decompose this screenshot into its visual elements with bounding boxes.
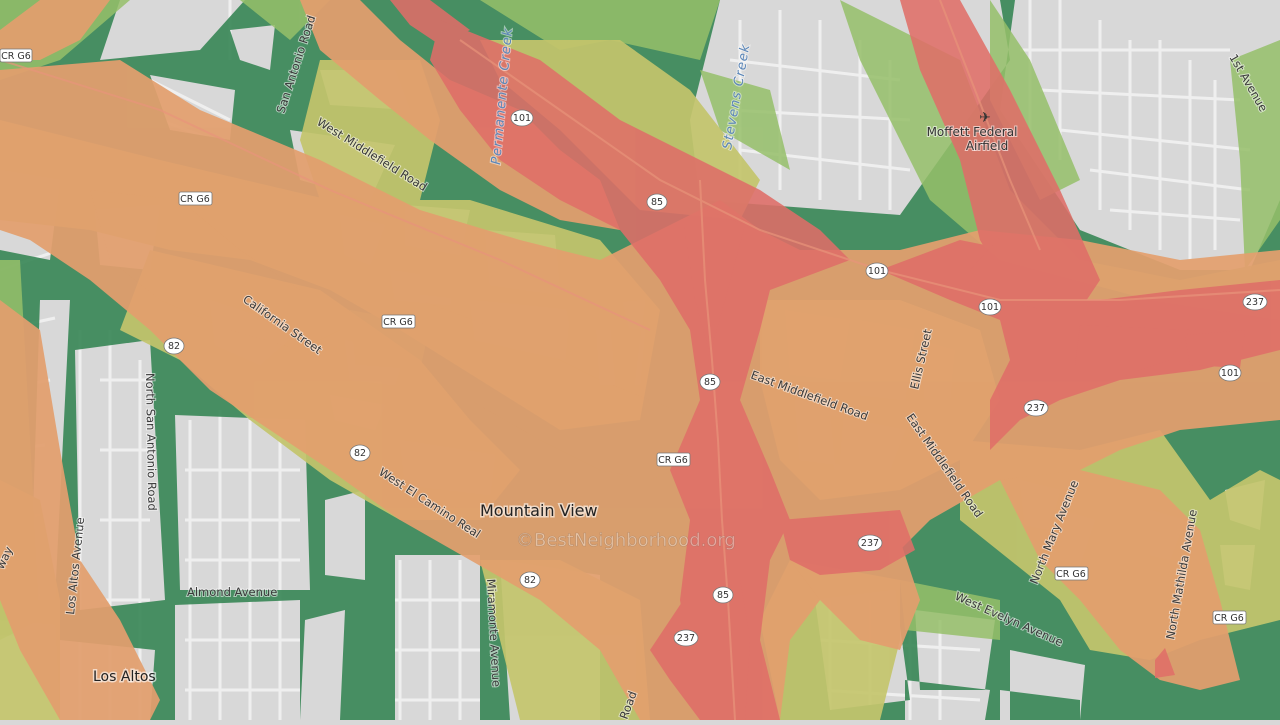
shield-85: 85 xyxy=(712,586,734,604)
svg-text:237: 237 xyxy=(861,538,879,549)
shield-101: 101 xyxy=(865,262,889,280)
svg-text:CR G6: CR G6 xyxy=(658,455,688,466)
shield-237: 237 xyxy=(673,629,699,647)
shield-101: 101 xyxy=(510,109,534,127)
svg-text:101: 101 xyxy=(981,302,999,313)
los-altos-label: Los Altos xyxy=(93,669,156,685)
svg-text:CR G6: CR G6 xyxy=(1214,613,1244,624)
svg-text:82: 82 xyxy=(524,575,536,586)
svg-text:237: 237 xyxy=(1027,403,1045,414)
map-view[interactable]: ©BestNeighborhood.org Permanente Creek S… xyxy=(0,0,1280,722)
almond-avenue-label: Almond Avenue xyxy=(187,585,277,599)
shield-cr-g6: CR G6 xyxy=(381,314,416,329)
shield-101: 101 xyxy=(978,298,1002,316)
shield-82: 82 xyxy=(163,337,185,355)
moffett-label-line2: Airfield xyxy=(966,139,1008,153)
moffett-label-line1: Moffett Federal xyxy=(927,125,1018,139)
shield-85: 85 xyxy=(699,373,721,391)
mountain-view-label: Mountain View xyxy=(480,501,598,520)
shield-237: 237 xyxy=(857,534,883,552)
svg-text:237: 237 xyxy=(677,633,695,644)
shield-237: 237 xyxy=(1242,293,1268,311)
svg-text:CR G6: CR G6 xyxy=(180,194,210,205)
svg-text:85: 85 xyxy=(717,590,729,601)
map-canvas[interactable]: ©BestNeighborhood.org Permanente Creek S… xyxy=(0,0,1280,722)
watermark-text: ©BestNeighborhood.org xyxy=(516,530,736,551)
airport-icon: ✈ xyxy=(979,110,991,126)
svg-text:101: 101 xyxy=(513,113,531,124)
shield-82: 82 xyxy=(349,444,371,462)
shield-82: 82 xyxy=(519,571,541,589)
shield-cr-g6: CR G6 xyxy=(656,452,691,467)
north-san-antonio-road-label: North San Antonio Road xyxy=(143,373,159,511)
shield-cr-g6: CR G6 xyxy=(1212,610,1247,625)
svg-text:CR G6: CR G6 xyxy=(383,317,413,328)
svg-text:101: 101 xyxy=(868,266,886,277)
svg-text:82: 82 xyxy=(168,341,180,352)
svg-text:CR G6: CR G6 xyxy=(1,51,31,62)
shield-85: 85 xyxy=(646,193,668,211)
shield-cr-g6: CR G6 xyxy=(1054,566,1089,581)
svg-text:85: 85 xyxy=(704,377,716,388)
shield-cr-g6: CR G6 xyxy=(0,48,33,63)
shield-cr-g6: CR G6 xyxy=(178,191,213,206)
svg-text:82: 82 xyxy=(354,448,366,459)
svg-text:237: 237 xyxy=(1246,297,1264,308)
svg-text:101: 101 xyxy=(1221,368,1239,379)
shield-237: 237 xyxy=(1023,399,1049,417)
shield-101: 101 xyxy=(1218,364,1242,382)
svg-text:85: 85 xyxy=(651,197,663,208)
svg-text:CR G6: CR G6 xyxy=(1056,569,1086,580)
